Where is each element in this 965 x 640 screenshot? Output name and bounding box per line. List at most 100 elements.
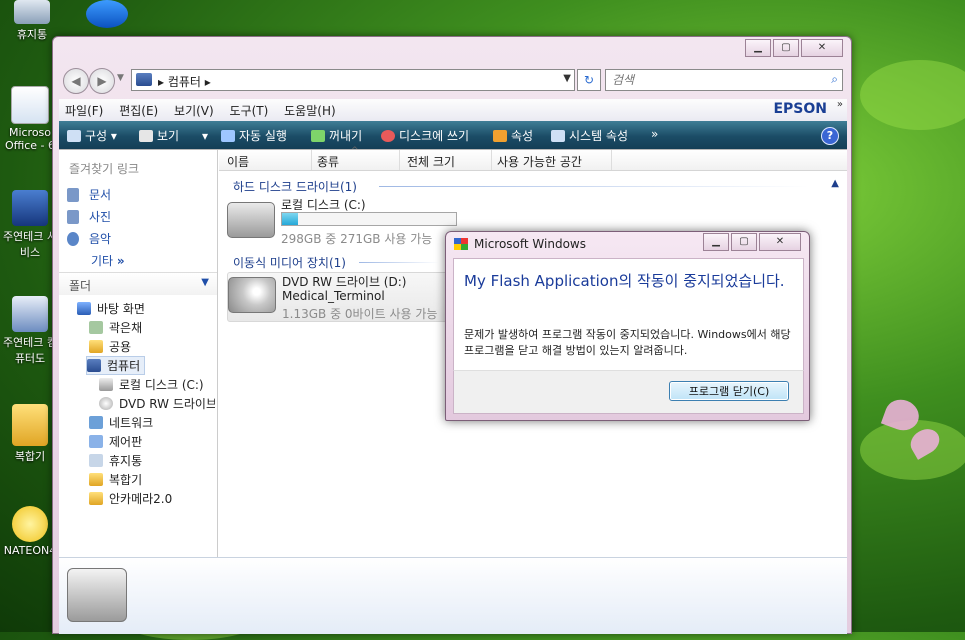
- drive-name: DVD RW 드라이브 (D:): [282, 275, 407, 289]
- chevron-icon[interactable]: »: [837, 99, 843, 110]
- details-pane: [59, 557, 847, 634]
- forward-button[interactable]: ▶: [89, 68, 115, 94]
- menu-help[interactable]: 도움말(H): [278, 99, 342, 122]
- drive-dvd[interactable]: DVD RW 드라이브 (D:) Medical_Terminol 1.13GB…: [227, 272, 449, 322]
- disk-usage-bar: [281, 212, 457, 226]
- windows-flag-icon: [454, 238, 468, 250]
- minimize-button[interactable]: ▁: [745, 39, 771, 57]
- drive-name: 로컬 디스크 (C:): [281, 198, 366, 212]
- toolbar-eject[interactable]: 꺼내기: [311, 127, 362, 144]
- chevron-double-icon: »: [116, 254, 125, 268]
- column-divider[interactable]: [491, 150, 492, 170]
- column-headers: 이름 종류 ^ 전체 크기 사용 가능한 공간: [219, 146, 847, 171]
- maximize-button[interactable]: ▢: [773, 39, 799, 57]
- dvd-drive-icon: [67, 568, 127, 622]
- desktop-icon-service[interactable]: 주연테크 서비스: [0, 190, 60, 260]
- folder-icon: [89, 492, 103, 505]
- music-icon: [67, 232, 79, 246]
- toolbar-more-chevron-icon[interactable]: »: [651, 127, 658, 141]
- toolbar-system-properties[interactable]: 시스템 속성: [551, 127, 628, 144]
- tree-item-local-disk[interactable]: 로컬 디스크 (C:): [99, 376, 204, 393]
- recycle-bin-icon: [89, 454, 103, 467]
- error-dialog: Microsoft Windows ▁ ▢ ✕ My Flash Applica…: [445, 231, 810, 421]
- column-free-space[interactable]: 사용 가능한 공간: [497, 153, 582, 170]
- breadcrumb[interactable]: 컴퓨터: [168, 75, 201, 89]
- column-divider[interactable]: [611, 150, 612, 170]
- minimize-button[interactable]: ▁: [703, 233, 729, 251]
- desktop-icon-recycle-bin[interactable]: 휴지통: [2, 0, 62, 42]
- favorite-pictures[interactable]: 사진: [67, 208, 111, 225]
- menu-tools[interactable]: 도구(T): [224, 99, 275, 122]
- column-divider[interactable]: [399, 150, 400, 170]
- toolbar-burn[interactable]: 디스크에 쓰기: [381, 127, 469, 144]
- autoplay-icon: [221, 130, 235, 142]
- chevron-down-icon[interactable]: ▼: [563, 73, 571, 84]
- refresh-button[interactable]: ↻: [577, 69, 601, 91]
- drive-local-disk[interactable]: 로컬 디스크 (C:) 298GB 중 271GB 사용 가능: [227, 196, 457, 248]
- close-program-button[interactable]: 프로그램 닫기(C): [669, 381, 789, 401]
- desktop-icon-label: 주연테크 서비스: [2, 230, 58, 259]
- brand-logo: EPSON: [773, 101, 827, 117]
- ie-icon[interactable]: [86, 0, 128, 28]
- desktop-icon: [77, 302, 91, 315]
- favorite-documents[interactable]: 문서: [67, 186, 111, 203]
- back-button[interactable]: ◀: [63, 68, 89, 94]
- maximize-button[interactable]: ▢: [731, 233, 757, 251]
- burn-disc-icon: [381, 130, 395, 142]
- toolbar-organize[interactable]: 구성 ▾: [67, 127, 117, 144]
- folders-header[interactable]: 폴더 ▼: [59, 272, 217, 295]
- group-hard-disk[interactable]: 하드 디스크 드라이브(1): [233, 178, 357, 195]
- service-icon: [12, 190, 48, 226]
- computer-icon: [87, 359, 101, 372]
- chevron-down-icon: ▼: [201, 277, 209, 288]
- close-button[interactable]: ✕: [801, 39, 843, 57]
- group-divider: [359, 262, 439, 263]
- menu-edit[interactable]: 편집(E): [113, 99, 164, 122]
- more-links[interactable]: 기타 »: [91, 252, 125, 269]
- desktop-icon-label: 휴지통: [16, 28, 48, 41]
- menu-file[interactable]: 파일(F): [59, 99, 109, 122]
- column-type[interactable]: 종류: [317, 153, 339, 170]
- office-icon: [11, 86, 49, 124]
- column-name[interactable]: 이름: [227, 153, 249, 170]
- toolbar-properties[interactable]: 속성: [493, 127, 533, 144]
- tree-item-computer[interactable]: 컴퓨터: [85, 356, 146, 375]
- toolbar-view[interactable]: 보기 ▾: [139, 127, 208, 144]
- group-removable[interactable]: 이동식 미디어 장치(1): [233, 254, 346, 271]
- network-icon: [89, 416, 103, 429]
- history-dropdown-icon[interactable]: ▼: [117, 73, 124, 83]
- disk-usage-fill: [282, 213, 298, 225]
- column-total-size[interactable]: 전체 크기: [407, 153, 455, 170]
- collapse-icon[interactable]: ▲: [831, 178, 839, 189]
- desktop-icon-office[interactable]: Microso Office - 6: [0, 86, 60, 152]
- tree-item-control-panel[interactable]: 제어판: [89, 433, 142, 450]
- address-row: ◀ ▶ ▼ ▸ 컴퓨터 ▸ ▼ ↻ ⌕: [61, 67, 843, 94]
- help-icon[interactable]: ?: [821, 127, 839, 145]
- desktop-icon-label: 복합기: [14, 450, 46, 463]
- desktop-icon-pc-help[interactable]: 주연테크 컴퓨터도: [0, 296, 60, 366]
- favorite-music[interactable]: 음악: [67, 230, 111, 247]
- tree-item-dvd[interactable]: DVD RW 드라이브: [99, 395, 215, 412]
- search-icon[interactable]: ⌕: [831, 72, 838, 87]
- wallpaper-leaf: [860, 60, 965, 130]
- view-icon: [139, 130, 153, 142]
- window-caption-buttons: ▁ ▢ ✕: [743, 39, 843, 57]
- tree-item-recycle-bin[interactable]: 휴지통: [89, 452, 142, 469]
- search-input[interactable]: [610, 72, 814, 88]
- tree-item-user[interactable]: 곽은채: [89, 319, 142, 336]
- tree-item-desktop[interactable]: 바탕 화면: [77, 300, 145, 317]
- column-divider[interactable]: [311, 150, 312, 170]
- dialog-footer: 프로그램 닫기(C): [453, 370, 804, 414]
- desktop-icon-nateon[interactable]: NATEON4: [0, 506, 60, 557]
- drive-volume-label: Medical_Terminol: [282, 289, 385, 303]
- desktop-icon-mfp[interactable]: 복합기: [0, 404, 60, 464]
- tree-item-network[interactable]: 네트워크: [89, 414, 153, 431]
- address-bar[interactable]: ▸ 컴퓨터 ▸ ▼: [131, 69, 575, 91]
- tree-item-mfp[interactable]: 복합기: [89, 471, 142, 488]
- tree-item-public[interactable]: 공용: [89, 338, 131, 355]
- tree-item-camera[interactable]: 안카메라2.0: [89, 490, 172, 507]
- close-button[interactable]: ✕: [759, 233, 801, 251]
- menu-view[interactable]: 보기(V): [168, 99, 220, 122]
- toolbar-autoplay[interactable]: 자동 실행: [221, 127, 287, 144]
- documents-icon: [67, 188, 79, 202]
